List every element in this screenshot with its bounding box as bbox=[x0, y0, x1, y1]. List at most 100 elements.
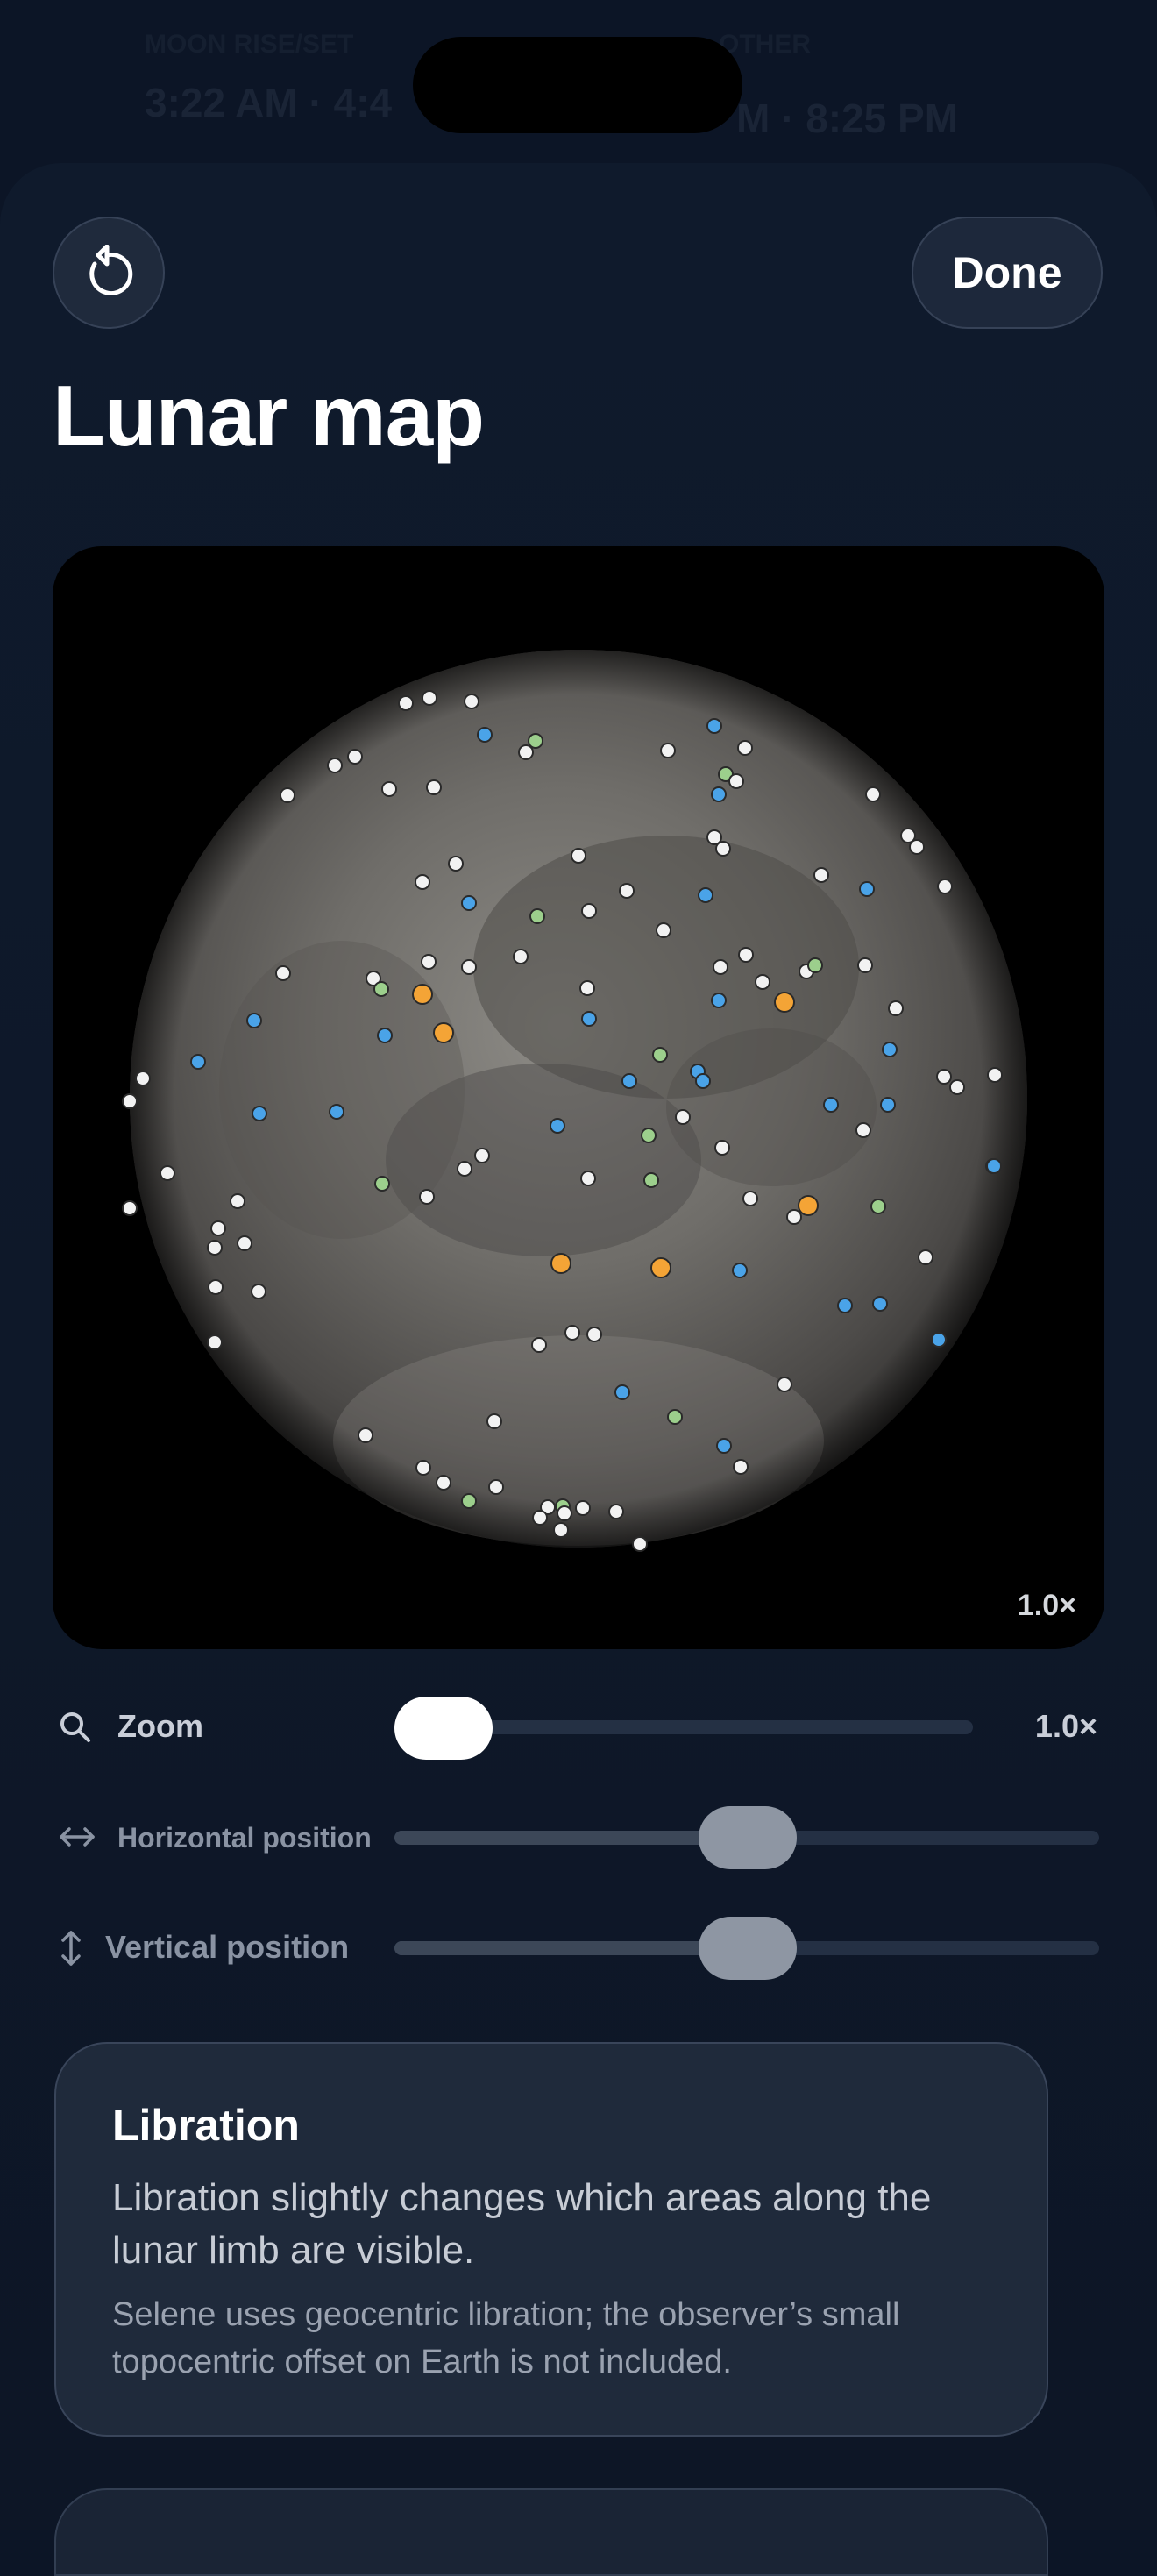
feature-marker-white[interactable] bbox=[987, 1067, 1003, 1083]
feature-marker-white[interactable] bbox=[632, 1536, 648, 1552]
feature-marker-blue[interactable] bbox=[377, 1028, 393, 1043]
feature-marker-white[interactable] bbox=[237, 1235, 252, 1251]
feature-marker-white[interactable] bbox=[918, 1249, 933, 1265]
feature-marker-blue[interactable] bbox=[732, 1263, 748, 1278]
feature-marker-white[interactable] bbox=[327, 758, 343, 773]
feature-marker-green[interactable] bbox=[667, 1409, 683, 1425]
feature-marker-white[interactable] bbox=[936, 1069, 952, 1085]
feature-marker-white[interactable] bbox=[358, 1427, 373, 1443]
feature-marker-blue[interactable] bbox=[550, 1118, 565, 1134]
moon-map[interactable] bbox=[53, 546, 1104, 1649]
feature-marker-white[interactable] bbox=[122, 1093, 138, 1109]
feature-marker-white[interactable] bbox=[419, 1189, 435, 1205]
feature-marker-blue[interactable] bbox=[823, 1097, 839, 1113]
feature-marker-white[interactable] bbox=[586, 1327, 602, 1342]
feature-marker-white[interactable] bbox=[813, 867, 829, 883]
feature-marker-white[interactable] bbox=[415, 1460, 431, 1476]
feature-marker-green[interactable] bbox=[528, 733, 543, 749]
feature-marker-white[interactable] bbox=[531, 1337, 547, 1353]
feature-marker-white[interactable] bbox=[251, 1284, 266, 1299]
feature-marker-blue[interactable] bbox=[477, 727, 493, 743]
feature-marker-white[interactable] bbox=[777, 1377, 792, 1392]
feature-marker-blue[interactable] bbox=[706, 718, 722, 734]
feature-marker-blue[interactable] bbox=[711, 786, 727, 802]
feature-marker-white[interactable] bbox=[488, 1479, 504, 1495]
feature-marker-white[interactable] bbox=[230, 1193, 245, 1209]
feature-marker-blue[interactable] bbox=[252, 1106, 267, 1121]
feature-marker-blue[interactable] bbox=[329, 1104, 344, 1120]
feature-marker-white[interactable] bbox=[347, 749, 363, 765]
feature-marker-blue[interactable] bbox=[461, 895, 477, 911]
feature-marker-white[interactable] bbox=[461, 959, 477, 975]
feature-marker-white[interactable] bbox=[421, 954, 437, 970]
feature-marker-green[interactable] bbox=[529, 908, 545, 924]
feature-marker-white[interactable] bbox=[464, 694, 479, 709]
feature-marker-white[interactable] bbox=[280, 787, 295, 803]
feature-marker-white[interactable] bbox=[207, 1334, 223, 1350]
feature-marker-green[interactable] bbox=[652, 1047, 668, 1063]
feature-marker-white[interactable] bbox=[728, 773, 744, 789]
feature-marker-white[interactable] bbox=[575, 1500, 591, 1516]
feature-marker-white[interactable] bbox=[210, 1220, 226, 1236]
feature-marker-green[interactable] bbox=[374, 1176, 390, 1192]
feature-marker-white[interactable] bbox=[580, 1171, 596, 1186]
feature-marker-orange[interactable] bbox=[433, 1022, 454, 1043]
feature-marker-white[interactable] bbox=[571, 848, 586, 864]
feature-marker-white[interactable] bbox=[909, 839, 925, 855]
feature-marker-white[interactable] bbox=[422, 690, 437, 706]
feature-marker-white[interactable] bbox=[714, 1140, 730, 1156]
feature-marker-green[interactable] bbox=[643, 1172, 659, 1188]
feature-marker-green[interactable] bbox=[807, 957, 823, 973]
feature-marker-white[interactable] bbox=[949, 1079, 965, 1095]
feature-marker-white[interactable] bbox=[733, 1459, 749, 1475]
feature-marker-blue[interactable] bbox=[698, 887, 713, 903]
feature-marker-white[interactable] bbox=[564, 1325, 580, 1341]
feature-marker-white[interactable] bbox=[755, 974, 770, 990]
feature-marker-white[interactable] bbox=[208, 1279, 224, 1295]
horizontal-slider-thumb[interactable] bbox=[699, 1806, 797, 1869]
feature-marker-blue[interactable] bbox=[716, 1438, 732, 1454]
feature-marker-white[interactable] bbox=[581, 903, 597, 919]
feature-marker-white[interactable] bbox=[660, 743, 676, 758]
feature-marker-white[interactable] bbox=[857, 957, 873, 973]
feature-marker-white[interactable] bbox=[474, 1148, 490, 1163]
feature-marker-blue[interactable] bbox=[931, 1332, 947, 1348]
feature-marker-blue[interactable] bbox=[880, 1097, 896, 1113]
feature-marker-green[interactable] bbox=[870, 1199, 886, 1214]
feature-marker-white[interactable] bbox=[557, 1505, 572, 1521]
feature-marker-white[interactable] bbox=[122, 1200, 138, 1216]
feature-marker-white[interactable] bbox=[865, 786, 881, 802]
zoom-slider-thumb[interactable] bbox=[394, 1697, 493, 1760]
feature-marker-blue[interactable] bbox=[986, 1158, 1002, 1174]
done-button[interactable]: Done bbox=[912, 217, 1103, 329]
feature-marker-blue[interactable] bbox=[190, 1054, 206, 1070]
feature-marker-white[interactable] bbox=[937, 879, 953, 894]
feature-marker-blue[interactable] bbox=[882, 1042, 898, 1057]
feature-marker-blue[interactable] bbox=[837, 1298, 853, 1313]
feature-marker-orange[interactable] bbox=[650, 1257, 671, 1278]
feature-marker-blue[interactable] bbox=[581, 1011, 597, 1027]
feature-marker-white[interactable] bbox=[415, 874, 430, 890]
vertical-slider-thumb[interactable] bbox=[699, 1917, 797, 1980]
feature-marker-white[interactable] bbox=[675, 1109, 691, 1125]
feature-marker-green[interactable] bbox=[461, 1493, 477, 1509]
feature-marker-orange[interactable] bbox=[550, 1253, 571, 1274]
feature-marker-white[interactable] bbox=[608, 1504, 624, 1519]
feature-marker-white[interactable] bbox=[160, 1165, 175, 1181]
feature-marker-orange[interactable] bbox=[774, 992, 795, 1013]
feature-marker-white[interactable] bbox=[518, 744, 534, 760]
feature-marker-blue[interactable] bbox=[711, 993, 727, 1008]
feature-marker-blue[interactable] bbox=[621, 1073, 637, 1089]
feature-marker-white[interactable] bbox=[579, 980, 595, 996]
feature-marker-white[interactable] bbox=[135, 1071, 151, 1086]
feature-marker-white[interactable] bbox=[888, 1000, 904, 1016]
feature-marker-blue[interactable] bbox=[614, 1384, 630, 1400]
feature-marker-white[interactable] bbox=[786, 1209, 802, 1225]
feature-marker-orange[interactable] bbox=[798, 1195, 819, 1216]
reset-button[interactable] bbox=[53, 217, 165, 329]
feature-marker-white[interactable] bbox=[486, 1413, 502, 1429]
feature-marker-blue[interactable] bbox=[859, 881, 875, 897]
feature-marker-blue[interactable] bbox=[872, 1296, 888, 1312]
feature-marker-white[interactable] bbox=[532, 1510, 548, 1526]
feature-marker-white[interactable] bbox=[398, 695, 414, 711]
